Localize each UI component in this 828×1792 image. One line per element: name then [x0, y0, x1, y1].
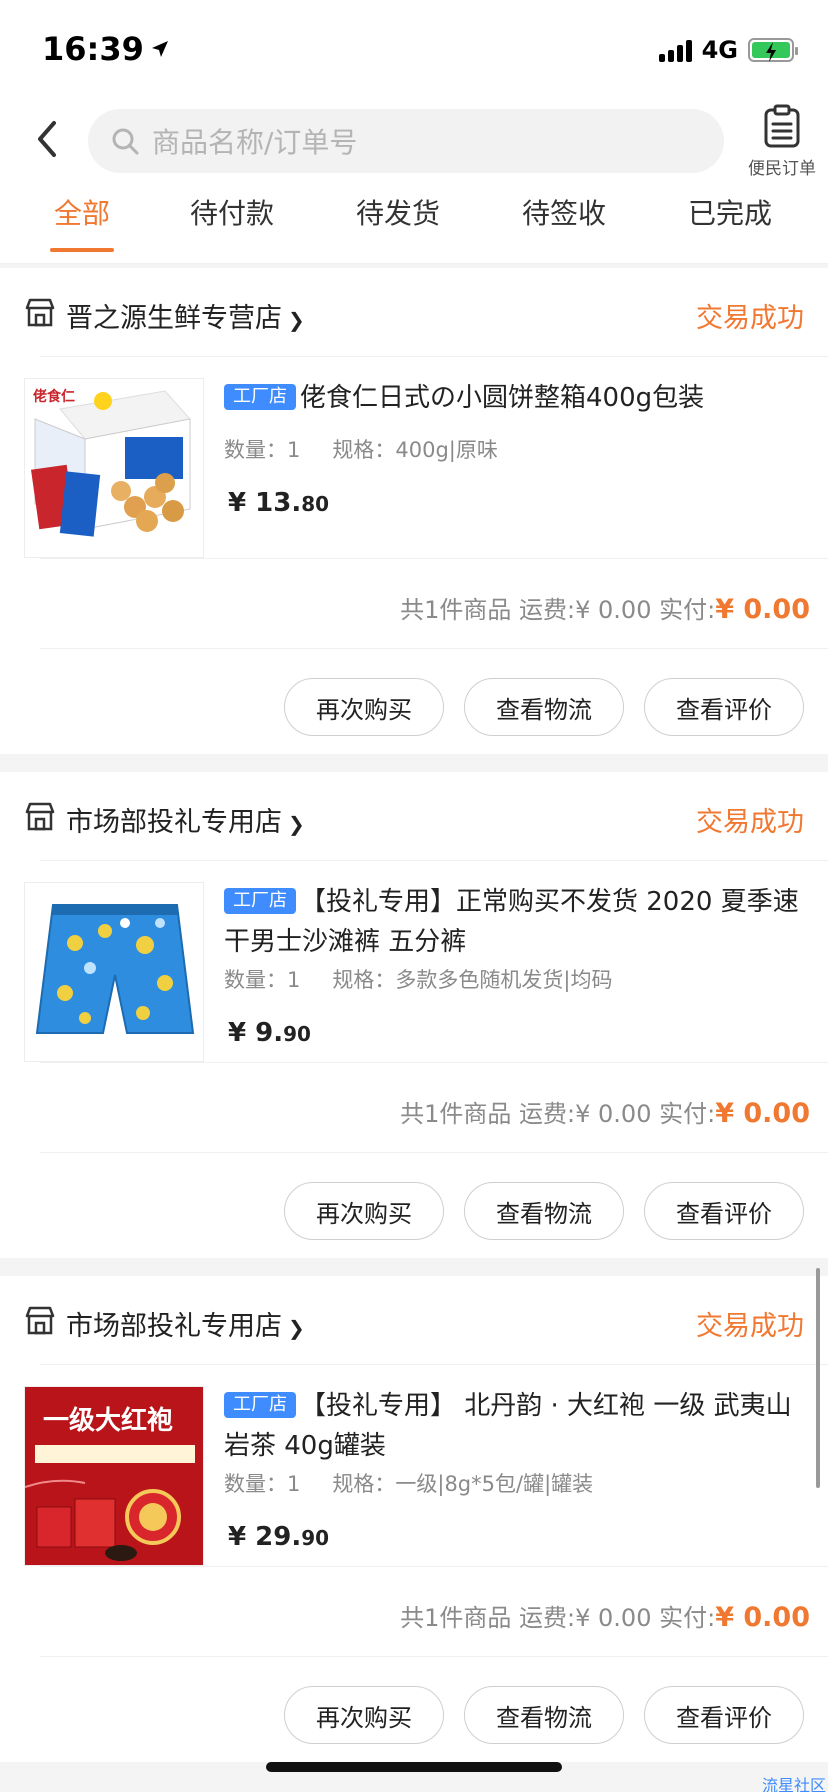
product-price: ¥ 13.80	[228, 488, 330, 518]
factory-store-tag: 工厂店	[224, 384, 296, 410]
tab-pending-shipment[interactable]: 待发货	[356, 192, 440, 232]
order-status: 交易成功	[696, 303, 804, 334]
product-title: 工厂店 佬食仁日式の小圆饼整箱400g包装	[224, 378, 804, 418]
order-status: 交易成功	[696, 807, 804, 838]
store-icon	[25, 298, 55, 327]
search-input[interactable]: 商品名称/订单号	[88, 109, 724, 173]
store-name: 市场部投礼专用店 ❯	[66, 807, 305, 838]
order-card: 市场部投礼专用店 ❯ 交易成功 工厂店 【投礼专用】正常购买不发货 2020 夏季速…	[0, 772, 828, 1258]
view-review-button[interactable]: 查看评价	[644, 1686, 804, 1744]
factory-store-tag: 工厂店	[224, 888, 296, 914]
store-name: 市场部投礼专用店 ❯	[66, 1311, 305, 1342]
status-indicators: 4G	[658, 36, 798, 64]
tea-banner-text: 一级大红袍	[43, 1405, 173, 1436]
order-tabs: 全部 待付款 待发货 待签收 已完成	[0, 186, 828, 264]
order-actions: 再次购买 查看物流 查看评价	[284, 1182, 804, 1240]
tab-pending-payment[interactable]: 待付款	[190, 192, 274, 232]
store-row[interactable]: 市场部投礼专用店 ❯ 交易成功	[0, 1276, 828, 1364]
location-arrow-icon	[151, 41, 168, 57]
order-actions: 再次购买 查看物流 查看评价	[284, 678, 804, 736]
convenience-orders-label: 便民订单	[748, 159, 816, 179]
product-row[interactable]: 工厂店 【投礼专用】正常购买不发货 2020 夏季速干男士沙滩裤 五分裤 数量：1…	[0, 882, 828, 1062]
product-info: 工厂店 【投礼专用】 北丹韵 · 大红袍 一级 武夷山 岩茶 40g罐装 数量：1…	[224, 1386, 804, 1552]
view-review-button[interactable]: 查看评价	[644, 1182, 804, 1240]
network-type: 4G	[701, 36, 738, 64]
rebuy-button[interactable]: 再次购买	[284, 1182, 444, 1240]
product-info: 工厂店 佬食仁日式の小圆饼整箱400g包装 数量：1 规格：400g|原味 ¥ 13…	[224, 378, 804, 518]
order-totals: 共1件商品 运费:¥ 0.00 实付:¥ 0.00	[400, 1098, 810, 1129]
signal-icon	[658, 38, 692, 62]
view-logistics-button[interactable]: 查看物流	[464, 1686, 624, 1744]
scrollbar[interactable]	[816, 1268, 820, 1488]
rebuy-button[interactable]: 再次购买	[284, 678, 444, 736]
store-row[interactable]: 市场部投礼专用店 ❯ 交易成功	[0, 772, 828, 860]
convenience-orders-button[interactable]: 便民订单	[744, 104, 820, 179]
order-totals: 共1件商品 运费:¥ 0.00 实付:¥ 0.00	[400, 594, 810, 625]
rebuy-button[interactable]: 再次购买	[284, 1686, 444, 1744]
product-row[interactable]: 佬食仁 工厂店 佬食仁日式の小圆饼整箱400g包装 数量：1 规格：400g|原味 …	[0, 378, 828, 558]
order-actions: 再次购买 查看物流 查看评价	[284, 1686, 804, 1744]
view-review-button[interactable]: 查看评价	[644, 678, 804, 736]
paid-amount: ¥ 0.00	[715, 1098, 810, 1129]
order-list: 晋之源生鲜专营店 ❯ 交易成功 佬食仁 工厂店 佬食仁日式の小圆饼整箱400g包…	[0, 268, 828, 1780]
active-tab-indicator	[50, 248, 114, 252]
paid-amount: ¥ 0.00	[715, 594, 810, 625]
view-logistics-button[interactable]: 查看物流	[464, 678, 624, 736]
product-price: ¥ 9.90	[228, 1018, 311, 1048]
status-time: 16:39	[42, 30, 170, 68]
view-logistics-button[interactable]: 查看物流	[464, 1182, 624, 1240]
product-spec: 数量：1 规格：一级|8g*5包/罐|罐装	[224, 1472, 594, 1496]
product-spec: 数量：1 规格：多款多色随机发货|均码	[224, 968, 613, 992]
product-image-shorts	[24, 882, 204, 1062]
order-card: 市场部投礼专用店 ❯ 交易成功 一级大红袍 工厂店 【投礼专用】 北丹韵 · 大…	[0, 1276, 828, 1762]
product-title: 工厂店 【投礼专用】 北丹韵 · 大红袍 一级 武夷山 岩茶 40g罐装	[224, 1391, 792, 1461]
status-bar: 16:39 4G	[0, 0, 828, 96]
top-area: 16:39 4G 商品名称/订单号 便民订单 全部 待付款 待发货 待签收 已完…	[0, 0, 828, 264]
order-card: 晋之源生鲜专营店 ❯ 交易成功 佬食仁 工厂店 佬食仁日式の小圆饼整箱400g包…	[0, 268, 828, 754]
product-image-tea: 一级大红袍	[24, 1386, 204, 1566]
biscuit-brand-text: 佬食仁	[33, 388, 75, 405]
product-title: 工厂店 【投礼专用】正常购买不发货 2020 夏季速干男士沙滩裤 五分裤	[224, 887, 799, 957]
order-totals: 共1件商品 运费:¥ 0.00 实付:¥ 0.00	[400, 1602, 810, 1633]
product-image-biscuit: 佬食仁	[24, 378, 204, 558]
tab-pending-receipt[interactable]: 待签收	[522, 192, 606, 232]
product-row[interactable]: 一级大红袍 工厂店 【投礼专用】 北丹韵 · 大红袍 一级 武夷山 岩茶 40g罐…	[0, 1386, 828, 1566]
product-spec: 数量：1 规格：400g|原味	[224, 438, 498, 462]
tab-all[interactable]: 全部	[54, 192, 110, 232]
store-icon	[25, 1306, 55, 1335]
product-info: 工厂店 【投礼专用】正常购买不发货 2020 夏季速干男士沙滩裤 五分裤 数量：1…	[224, 882, 804, 1048]
paid-amount: ¥ 0.00	[715, 1602, 810, 1633]
store-icon	[25, 802, 55, 831]
watermark: 流星社区	[761, 1776, 826, 1792]
order-status: 交易成功	[696, 1311, 804, 1342]
clipboard-icon	[764, 104, 800, 148]
search-placeholder: 商品名称/订单号	[152, 126, 358, 159]
store-row[interactable]: 晋之源生鲜专营店 ❯ 交易成功	[0, 268, 828, 356]
store-name: 晋之源生鲜专营店 ❯	[66, 303, 305, 334]
product-price: ¥ 29.90	[228, 1522, 330, 1552]
tab-completed[interactable]: 已完成	[688, 192, 772, 232]
home-indicator[interactable]	[266, 1762, 562, 1772]
factory-store-tag: 工厂店	[224, 1392, 296, 1418]
chevron-left-icon	[38, 121, 56, 157]
battery-icon	[748, 38, 798, 62]
back-button[interactable]	[22, 114, 72, 164]
search-icon	[112, 128, 139, 155]
header: 商品名称/订单号 便民订单	[0, 96, 828, 186]
clock-text: 16:39	[42, 30, 144, 68]
